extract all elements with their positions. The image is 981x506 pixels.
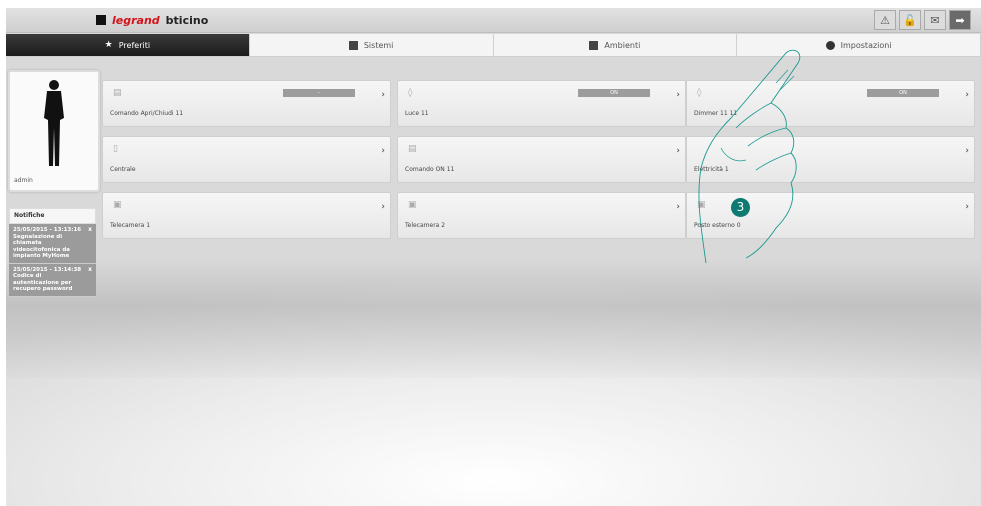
camera-icon: ▣ [408, 200, 417, 210]
logo-bticino-text: bticino [165, 13, 209, 27]
shutter-icon: ▤ [408, 144, 417, 154]
username-label: admin [14, 177, 33, 184]
top-bar: legrand bticino ⚠ 🔓 ✉ ➡ [6, 8, 981, 33]
notification-item[interactable]: 25/05/2015 - 13:13:16 Segnalazione di ch… [9, 224, 96, 264]
favorite-tile[interactable]: ▤ - › Comando Apri/Chiudi 11 [102, 80, 391, 127]
step-callout-badge: 3 [731, 198, 750, 217]
notification-item[interactable]: 25/05/2015 - 13:14:38 Codice di autentic… [9, 263, 96, 297]
favorite-tile[interactable]: ▯ › Centrale [102, 136, 391, 183]
notification-text: 25/05/2015 - 13:14:38 Codice di autentic… [13, 266, 82, 293]
camera-icon: ▣ [113, 200, 122, 210]
favorite-tile[interactable]: ◊ ON › Luce 11 [397, 80, 686, 127]
tile-label: Telecamera 2 [405, 222, 446, 229]
chevron-right-icon[interactable]: › [965, 90, 969, 100]
user-profile-card[interactable]: admin [8, 70, 100, 192]
top-actions: ⚠ 🔓 ✉ ➡ [871, 10, 971, 30]
logo-legrand-text: legrand [112, 13, 160, 27]
chevron-right-icon[interactable]: › [381, 146, 385, 156]
main-nav: ★ Preferiti Sistemi Ambienti Impostazion… [6, 34, 981, 57]
notification-text: 25/05/2015 - 13:13:16 Segnalazione di ch… [13, 227, 82, 259]
mail-icon[interactable]: ✉ [924, 10, 946, 30]
rooms-icon [589, 40, 599, 50]
legrand-logo-mark [96, 15, 106, 25]
notifications-panel: Notifiche 25/05/2015 - 13:13:16 Segnalaz… [9, 208, 96, 297]
chevron-right-icon[interactable]: › [381, 202, 385, 212]
tab-label: Preferiti [118, 40, 151, 50]
tile-label: Comando ON 11 [405, 166, 455, 173]
tile-label: Luce 11 [405, 110, 429, 117]
tile-label: Comando Apri/Chiudi 11 [110, 110, 184, 117]
systems-icon [348, 40, 358, 50]
gear-icon [825, 40, 835, 50]
favorite-tile[interactable]: ▣ › Telecamera 1 [102, 192, 391, 239]
logout-icon[interactable]: ➡ [949, 10, 971, 30]
tile-label: Telecamera 1 [110, 222, 151, 229]
chevron-right-icon[interactable]: › [965, 146, 969, 156]
hand-pointer-illustration [698, 49, 801, 264]
lock-icon[interactable]: 🔓 [899, 10, 921, 30]
close-icon[interactable]: x [88, 266, 92, 274]
light-drop-icon: ◊ [408, 88, 413, 98]
tile-label: Centrale [110, 166, 136, 173]
notifications-title: Notifiche [9, 208, 96, 224]
close-icon[interactable]: x [88, 226, 92, 234]
status-badge: ON [867, 89, 939, 97]
status-badge: ON [578, 89, 650, 97]
status-badge: - [283, 89, 355, 97]
chevron-right-icon[interactable]: › [381, 90, 385, 100]
app-window: legrand bticino ⚠ 🔓 ✉ ➡ ★ Preferiti Sist… [6, 8, 981, 506]
star-icon: ★ [104, 40, 113, 50]
favorite-tile[interactable]: ▤ › Comando ON 11 [397, 136, 686, 183]
chevron-right-icon[interactable]: › [965, 202, 969, 212]
tab-label: Impostazioni [840, 40, 892, 50]
tab-label: Ambienti [604, 40, 641, 50]
tab-preferiti[interactable]: ★ Preferiti [6, 34, 250, 56]
thermometer-icon: ▯ [113, 144, 118, 154]
shutter-icon: ▤ [113, 88, 122, 98]
user-silhouette-icon [44, 80, 64, 166]
alert-icon[interactable]: ⚠ [874, 10, 896, 30]
tab-label: Sistemi [363, 40, 394, 50]
tab-sistemi[interactable]: Sistemi [250, 34, 494, 56]
brand-logo: legrand bticino [96, 13, 208, 27]
favorite-tile[interactable]: ▣ › Telecamera 2 [397, 192, 686, 239]
